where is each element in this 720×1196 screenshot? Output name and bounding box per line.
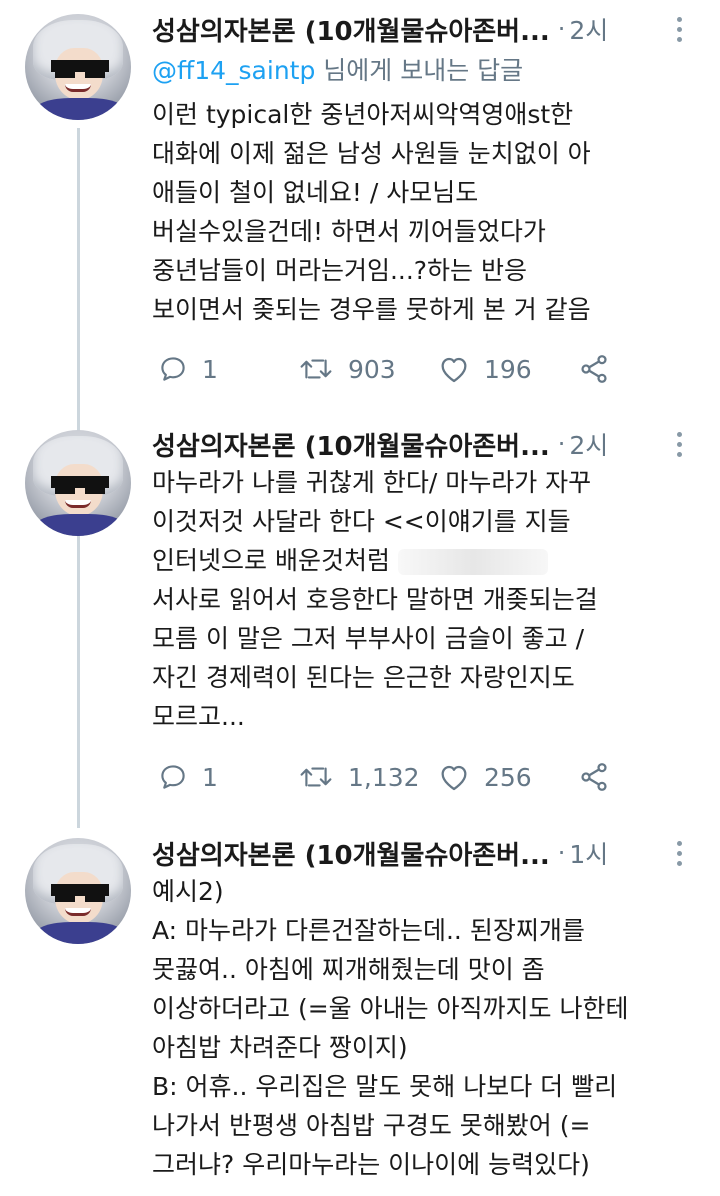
tweet-text-line: 모르고... <box>152 702 245 731</box>
separator-dot: · <box>557 839 566 867</box>
tweet-text-line: 마누라가 나를 귀찮게 한다/ 마누라가 자꾸 <box>152 468 592 497</box>
tweet-text-line: 중년남들이 머라는거임...?하는 반응 <box>152 256 528 285</box>
reply-button[interactable]: 1 <box>158 755 218 799</box>
retweet-arrows-icon <box>300 767 332 787</box>
tweet-text-line: 못끓여.. 아침에 찌개해줬는데 맛이 좀 <box>152 955 545 984</box>
tweet-text-line: 모름 이 말은 그저 부부사이 금슬이 좋고 / <box>152 624 585 653</box>
author-name[interactable]: 성삼의자본론 (10개월물슈아존버... <box>152 426 550 463</box>
like-button[interactable]: 256 <box>438 755 532 799</box>
share-button[interactable] <box>578 755 610 799</box>
tweet-time[interactable]: 2시 <box>569 426 608 462</box>
author-name[interactable]: 성삼의자본론 (10개월물슈아존버... <box>152 835 550 872</box>
tweet-text: 이런 typical한 중년아저씨악역영애st한 대화에 이제 젊은 남성 사원… <box>152 95 692 329</box>
retweet-button[interactable]: 903 <box>298 347 396 391</box>
separator-dot: · <box>557 430 566 458</box>
reply-bubble-icon <box>161 357 185 381</box>
tweet-text-line: 자긴 경제력이 된다는 은근한 자랑인지도 <box>152 663 575 692</box>
tweet-text-line: 이것저것 사달라 한다 <<이얘기를 지들 <box>152 507 571 536</box>
tweet-time[interactable]: 2시 <box>569 11 608 47</box>
tweet-text-line: 그러냐? 우리마누라는 이나이에 능력있다) <box>152 1150 590 1179</box>
more-vertical-icon[interactable] <box>669 9 689 49</box>
tweet-text-line: A: 마누라가 다른건잘하는데.. 된장찌개를 <box>152 916 585 945</box>
share-icon <box>581 355 607 383</box>
tweet-header: 성삼의자본론 (10개월물슈아존버... · 2시 <box>152 424 608 464</box>
tweet-text-line: 나가서 반평생 아침밥 구경도 못해봤어 (= <box>152 1111 591 1140</box>
like-count: 256 <box>484 762 532 792</box>
tweet-text-line: 예시2) <box>152 877 224 906</box>
tweet-text-line: 대화에 이제 젊은 남성 사원들 눈치없이 아 <box>152 139 591 168</box>
heart-icon <box>441 765 467 791</box>
retweet-count: 903 <box>348 354 396 384</box>
tweet-text-line: 아침밥 차려준다 짱이지) <box>152 1033 408 1062</box>
tweet-text: 예시2) A: 마누라가 다른건잘하는데.. 된장찌개를 못끓여.. 아침에 찌… <box>152 872 692 1184</box>
more-vertical-icon[interactable] <box>669 833 689 873</box>
like-count: 196 <box>484 354 532 384</box>
tweet-text-line: B: 어휴.. 우리집은 말도 못해 나보다 더 빨리 <box>152 1072 618 1101</box>
tweet-text-line: 보이면서 좆되는 경우를 뭇하게 본 거 같음 <box>152 295 591 324</box>
retweet-count: 1,132 <box>348 762 420 792</box>
share-icon <box>581 763 607 791</box>
tweet-text-line: 애들이 철이 없네요! / 사모님도 <box>152 178 479 207</box>
reply-button[interactable]: 1 <box>158 347 218 391</box>
reply-count: 1 <box>202 354 218 384</box>
tweet-header: 성삼의자본론 (10개월물슈아존버... · 2시 <box>152 9 608 49</box>
separator-dot: · <box>557 15 566 43</box>
tweet-text-line: 이상하더라고 (=울 아내는 아직까지도 나한테 <box>152 994 629 1023</box>
reply-to-suffix: 님에게 보내는 답글 <box>315 56 524 85</box>
obscured-text <box>397 549 548 575</box>
tweet-text-line: 서사로 읽어서 호응한다 말하면 개좆되는걸 <box>152 585 598 614</box>
reply-to-line: @ff14_saintp 님에게 보내는 답글 <box>152 51 523 91</box>
tweet-text-line: 이런 typical한 중년아저씨악역영애st한 <box>152 100 574 129</box>
avatar[interactable] <box>25 838 131 944</box>
like-button[interactable]: 196 <box>438 347 532 391</box>
tweet-text-line-with-smudge: 인터넷으로 배운것처럼 <box>152 541 692 580</box>
avatar[interactable] <box>25 14 131 120</box>
tweet-text: 마누라가 나를 귀찮게 한다/ 마누라가 자꾸 이것저것 사달라 한다 <<이얘… <box>152 463 692 736</box>
reply-bubble-icon <box>161 765 185 789</box>
mention-link[interactable]: @ff14_saintp <box>152 56 315 85</box>
tweet-text-fragment: 인터넷으로 배운것처럼 <box>152 546 390 575</box>
tweet-time[interactable]: 1시 <box>569 835 608 871</box>
tweet-text-line: 버실수있을건데! 하면서 끼어들었다가 <box>152 217 546 246</box>
tweet-header: 성삼의자본론 (10개월물슈아존버... · 1시 <box>152 833 608 873</box>
retweet-button[interactable]: 1,132 <box>298 755 420 799</box>
author-name[interactable]: 성삼의자본론 (10개월물슈아존버... <box>152 11 550 48</box>
avatar[interactable] <box>25 430 131 536</box>
heart-icon <box>441 357 467 383</box>
retweet-arrows-icon <box>300 359 332 379</box>
reply-count: 1 <box>202 762 218 792</box>
more-vertical-icon[interactable] <box>669 424 689 464</box>
share-button[interactable] <box>578 347 610 391</box>
